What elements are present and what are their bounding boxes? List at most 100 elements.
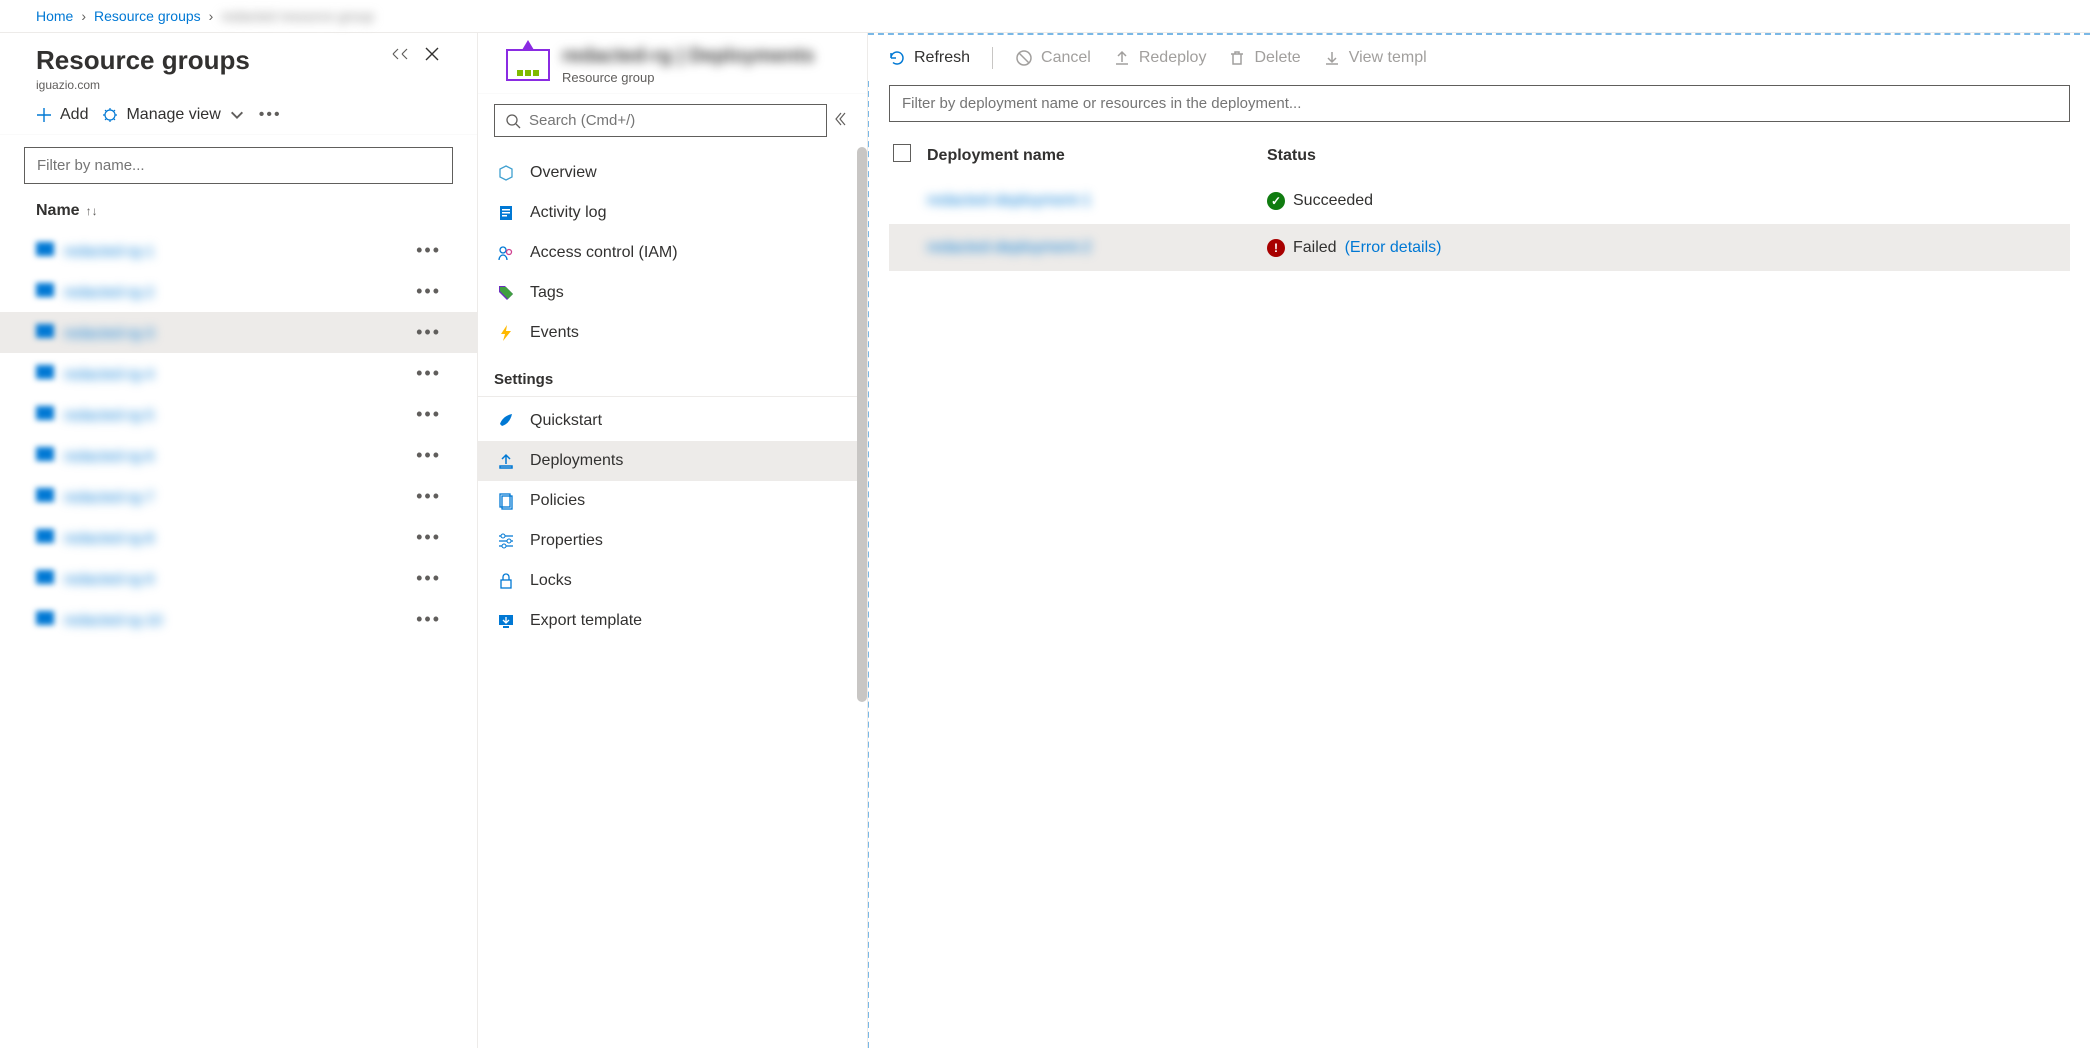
column-header-status[interactable]: Status (1267, 147, 2066, 165)
more-icon[interactable]: ••• (416, 363, 441, 384)
nav-section-settings: Settings (478, 353, 867, 397)
resource-name: redacted-rg-1 (64, 243, 154, 260)
lock-icon (496, 571, 516, 591)
collapse-nav-icon[interactable] (835, 111, 851, 130)
nav-deployments[interactable]: Deployments (478, 441, 867, 481)
nav-quickstart[interactable]: Quickstart (478, 401, 867, 441)
more-icon[interactable]: ••• (259, 106, 282, 124)
deployments-content: Refresh Cancel Redeploy Delete View (868, 33, 2090, 1048)
nav-properties[interactable]: Properties (478, 521, 867, 561)
resource-group-row[interactable]: redacted-rg-6 ••• (0, 435, 477, 476)
panel-title: Resource groups (36, 45, 250, 76)
resource-icon (36, 488, 54, 502)
status-text: Succeeded (1293, 192, 1373, 210)
resource-group-row[interactable]: redacted-rg-2 ••• (0, 271, 477, 312)
resource-icon (36, 365, 54, 379)
breadcrumb: Home › Resource groups › redacted resour… (0, 0, 2090, 33)
deployment-row[interactable]: redacted-deployment-2! Failed (Error deta… (889, 224, 2070, 271)
breadcrumb-home[interactable]: Home (36, 8, 73, 24)
resource-title: redacted-rg | Deployments (562, 45, 814, 68)
search-input[interactable] (529, 112, 816, 129)
nav-events[interactable]: Events (478, 313, 867, 353)
resource-name: redacted-rg-10 (64, 612, 162, 629)
sort-icon: ↑↓ (86, 204, 98, 218)
view-template-button[interactable]: View templ (1323, 49, 1427, 67)
refresh-button[interactable]: Refresh (888, 49, 970, 67)
more-icon[interactable]: ••• (416, 322, 441, 343)
add-button[interactable]: Add (36, 106, 88, 124)
nav-policies[interactable]: Policies (478, 481, 867, 521)
deployment-filter-input[interactable] (889, 85, 2070, 122)
close-icon[interactable] (423, 45, 441, 68)
filter-input[interactable] (24, 147, 453, 184)
resource-group-row[interactable]: redacted-rg-7 ••• (0, 476, 477, 517)
collapse-icon[interactable] (391, 45, 409, 68)
nav-activity-log[interactable]: Activity log (478, 193, 867, 233)
deployment-row[interactable]: redacted-deployment-1✓Succeeded (889, 177, 2070, 224)
cube-icon (496, 163, 516, 183)
nav-overview[interactable]: Overview (478, 153, 867, 193)
lightning-icon (496, 323, 516, 343)
resource-group-row[interactable]: redacted-rg-4 ••• (0, 353, 477, 394)
resource-name: redacted-rg-4 (64, 366, 154, 383)
resource-group-row[interactable]: redacted-rg-5••• (0, 394, 477, 435)
search-icon (505, 113, 521, 129)
delete-button[interactable]: Delete (1228, 49, 1300, 67)
chevron-down-icon (229, 107, 245, 123)
rocket-icon (496, 411, 516, 431)
more-icon[interactable]: ••• (416, 445, 441, 466)
cancel-button[interactable]: Cancel (1015, 49, 1091, 67)
upload-icon (496, 451, 516, 471)
resource-name: redacted-rg-7 (64, 489, 154, 506)
manage-view-button[interactable]: Manage view (102, 106, 244, 124)
scrollbar[interactable] (857, 147, 867, 702)
resource-icon (36, 283, 54, 297)
error-details-link[interactable]: (Error details) (1345, 239, 1442, 257)
status-text: Failed (1293, 239, 1337, 257)
chevron-right-icon: › (81, 8, 86, 24)
column-header-deployment[interactable]: Deployment name (927, 147, 1267, 165)
nav-locks[interactable]: Locks (478, 561, 867, 601)
monitor-icon (496, 611, 516, 631)
resource-name: redacted-rg-2 (64, 284, 154, 301)
resource-name: redacted-rg-8 (64, 530, 154, 547)
breadcrumb-resource-groups[interactable]: Resource groups (94, 8, 201, 24)
column-header-name[interactable]: Name ↑↓ (0, 192, 477, 230)
more-icon[interactable]: ••• (416, 486, 441, 507)
search-box[interactable] (494, 104, 827, 137)
resource-group-row[interactable]: redacted-rg-1 ••• (0, 230, 477, 271)
tags-icon (496, 283, 516, 303)
resource-icon (36, 242, 54, 256)
more-icon[interactable]: ••• (416, 404, 441, 425)
resource-group-row[interactable]: redacted-rg-3••• (0, 312, 477, 353)
resource-icon (36, 570, 54, 584)
deployment-name[interactable]: redacted-deployment-2 (927, 239, 1267, 257)
more-icon[interactable]: ••• (416, 568, 441, 589)
resource-name: redacted-rg-9 (64, 571, 154, 588)
more-icon[interactable]: ••• (416, 527, 441, 548)
trash-icon (1228, 49, 1246, 67)
more-icon[interactable]: ••• (416, 281, 441, 302)
resource-name: redacted-rg-6 (64, 448, 154, 465)
resource-icon (36, 529, 54, 543)
log-icon (496, 203, 516, 223)
select-all-checkbox[interactable] (893, 144, 911, 162)
resource-subtitle: Resource group (562, 70, 814, 85)
more-icon[interactable]: ••• (416, 240, 441, 261)
resource-group-row[interactable]: redacted-rg-10 ••• (0, 599, 477, 640)
nav-export-template[interactable]: Export template (478, 601, 867, 641)
sliders-icon (496, 531, 516, 551)
policy-icon (496, 491, 516, 511)
redeploy-icon (1113, 49, 1131, 67)
resource-group-row[interactable]: redacted-rg-8 ••• (0, 517, 477, 558)
panel-subtitle: iguazio.com (36, 78, 250, 92)
nav-access-control[interactable]: Access control (IAM) (478, 233, 867, 273)
error-icon: ! (1267, 239, 1285, 257)
deployment-name[interactable]: redacted-deployment-1 (927, 192, 1267, 210)
cancel-icon (1015, 49, 1033, 67)
nav-tags[interactable]: Tags (478, 273, 867, 313)
resource-group-row[interactable]: redacted-rg-9 ••• (0, 558, 477, 599)
redeploy-button[interactable]: Redeploy (1113, 49, 1207, 67)
more-icon[interactable]: ••• (416, 609, 441, 630)
resource-groups-panel: Resource groups iguazio.com Add (0, 33, 478, 1048)
